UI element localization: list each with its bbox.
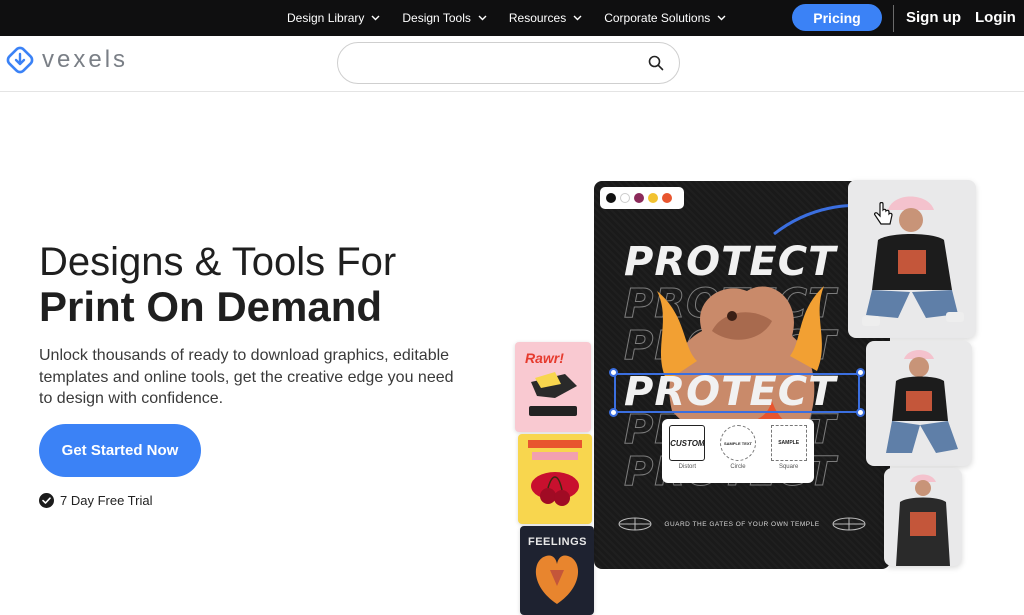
top-nav: Design Library Design Tools Resources Co…	[287, 0, 748, 36]
chevron-down-icon	[478, 15, 487, 21]
warp-label: Circle	[730, 464, 746, 470]
warp-preview: SAMPLE	[770, 425, 807, 461]
chevron-down-icon	[371, 15, 380, 21]
palette-swatch	[648, 193, 658, 203]
logo-text: vexels	[42, 46, 129, 73]
search-input[interactable]	[356, 53, 636, 75]
cherry-lips-artwork	[528, 440, 582, 506]
warp-option-square[interactable]: SAMPLE Square	[770, 425, 807, 470]
check-circle-icon	[39, 493, 54, 508]
design-thumbnail-rawr[interactable]: Rawr!	[515, 342, 591, 432]
globe-icon	[618, 517, 652, 531]
poster-tagline-row: GUARD THE GATES OF YOUR OWN TEMPLE	[618, 517, 866, 531]
heart-artwork	[535, 555, 579, 604]
warp-label: Square	[778, 464, 799, 470]
search-icon[interactable]	[648, 55, 664, 71]
chevron-down-icon	[573, 15, 582, 21]
dinosaur-artwork	[529, 372, 577, 416]
hand-cursor-icon	[874, 202, 893, 225]
warp-sample-text: CUSTOM	[670, 438, 705, 448]
nav-label: Corporate Solutions	[604, 11, 711, 25]
warp-option-distort[interactable]: CUSTOM Distort	[669, 425, 706, 470]
model-figure	[896, 474, 950, 566]
warp-sample-text: SAMPLE	[778, 440, 800, 446]
selection-handle[interactable]	[856, 368, 865, 377]
selection-handle[interactable]	[609, 408, 618, 417]
palette-swatch	[634, 193, 644, 203]
palette-swatch	[620, 193, 630, 203]
divider	[893, 5, 894, 32]
nav-design-library[interactable]: Design Library	[287, 11, 380, 25]
top-bar: Design Library Design Tools Resources Co…	[0, 0, 1024, 36]
nav-label: Design Library	[287, 11, 365, 25]
poster-tagline: GUARD THE GATES OF YOUR OWN TEMPLE	[664, 520, 820, 528]
free-trial-note: 7 Day Free Trial	[39, 493, 152, 508]
model-photo-2	[866, 341, 972, 466]
palette-swatch	[606, 193, 616, 203]
free-trial-text: 7 Day Free Trial	[60, 493, 153, 508]
selection-handle[interactable]	[856, 408, 865, 417]
globe-icon	[832, 517, 866, 531]
warp-preview: CUSTOM	[669, 425, 706, 461]
signup-link[interactable]: Sign up	[906, 9, 961, 26]
warp-preview: SAMPLE TEXT	[719, 425, 756, 461]
nav-corporate-solutions[interactable]: Corporate Solutions	[604, 11, 726, 25]
palette-swatch	[662, 193, 672, 203]
nav-label: Design Tools	[402, 11, 471, 25]
text-warp-panel: CUSTOM Distort SAMPLE TEXT Circle SAMPLE…	[662, 419, 814, 483]
nav-design-tools[interactable]: Design Tools	[402, 11, 487, 25]
design-thumbnail-feelings[interactable]: FEELINGS	[520, 526, 594, 615]
hero-title-line2: Print On Demand	[39, 283, 383, 330]
warp-label: Distort	[678, 464, 696, 470]
login-link[interactable]: Login	[975, 9, 1016, 26]
get-started-button[interactable]: Get Started Now	[39, 424, 201, 477]
nav-label: Resources	[508, 11, 567, 25]
logo[interactable]: vexels	[6, 46, 128, 74]
hero-description: Unlock thousands of ready to download gr…	[39, 347, 454, 407]
chevron-down-icon	[717, 15, 726, 21]
warp-option-circle[interactable]: SAMPLE TEXT Circle	[719, 425, 756, 470]
model-photo-3	[884, 468, 962, 566]
vexels-logo-icon	[6, 46, 34, 74]
color-palette	[600, 187, 684, 209]
pricing-button[interactable]: Pricing	[792, 4, 882, 31]
warp-sample-text: SAMPLE TEXT	[723, 440, 752, 446]
header: vexels	[0, 36, 1024, 92]
search-bar[interactable]	[337, 42, 680, 84]
model-photo-1	[848, 180, 976, 338]
selection-handle[interactable]	[609, 368, 618, 377]
nav-resources[interactable]: Resources	[509, 11, 582, 25]
design-thumbnail-cherry[interactable]	[518, 434, 592, 524]
model-figure	[862, 196, 964, 326]
model-figure	[886, 350, 958, 453]
text-selection-box[interactable]	[614, 373, 860, 413]
hero-title-line1: Designs & Tools For	[39, 240, 397, 284]
